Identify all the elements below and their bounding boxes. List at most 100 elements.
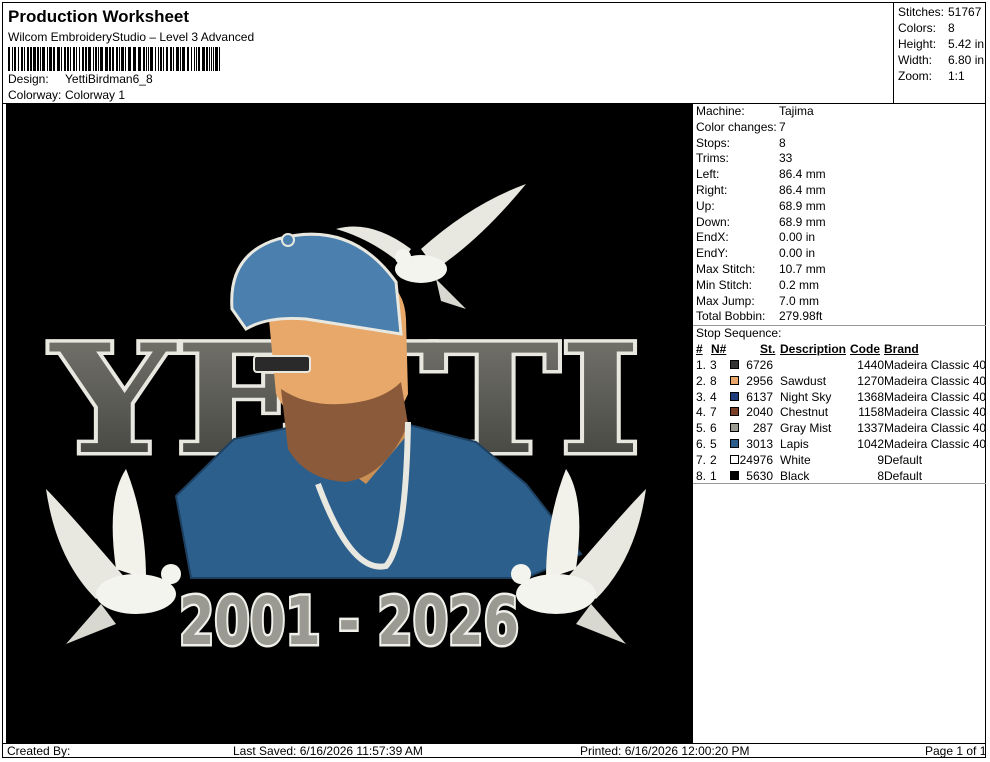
seq-st: 6137 xyxy=(746,389,773,404)
seq-brand: Madeira Classic 40 xyxy=(884,358,987,372)
seq-n: 4 xyxy=(710,389,717,404)
dove-left xyxy=(46,469,181,644)
cap-shape xyxy=(230,232,403,336)
seq-n: 7 xyxy=(710,405,717,420)
machine-info-row: Down: 68.9 mm xyxy=(696,215,826,230)
machine-info-row: Color changes: 7 xyxy=(696,120,786,135)
info-value: 0.00 in xyxy=(779,230,816,245)
info-value: 33 xyxy=(779,151,793,166)
colorway-value: Colorway 1 xyxy=(65,88,126,102)
color-swatch xyxy=(730,360,739,369)
info-value: 0.2 mm xyxy=(779,277,820,292)
summary-value: 5.42 in xyxy=(948,37,985,51)
machine-info-row: Left: 86.4 mm xyxy=(696,167,826,182)
seq-code: 1337 xyxy=(857,421,884,436)
info-value: Tajima xyxy=(779,104,814,118)
color-swatch xyxy=(730,407,739,417)
colorway-label: Colorway: xyxy=(8,88,62,102)
seq-num: 1. xyxy=(696,358,707,372)
seq-num: 8. xyxy=(696,468,707,483)
summary-label: Colors: xyxy=(898,21,937,35)
info-value: 68.9 mm xyxy=(779,198,826,213)
machine-info-row: Up: 68.9 mm xyxy=(696,199,826,214)
worksheet-header: Production Worksheet Wilcom EmbroiderySt… xyxy=(3,3,893,103)
col-brand: Brand xyxy=(884,342,919,356)
seq-desc: White xyxy=(780,452,811,467)
info-value: 7.0 mm xyxy=(779,293,820,308)
seq-num: 6. xyxy=(696,437,707,451)
seq-desc: Black xyxy=(780,468,810,483)
last-saved: Last Saved: 6/16/2026 11:57:39 AM xyxy=(233,744,423,758)
col-needle: N# xyxy=(711,342,727,356)
stop-sequence-title: Stop Sequence: xyxy=(696,326,782,340)
stop-sequence-row: 4. 7 2040 Chestnut 1158 Madeira Classic 40 xyxy=(696,405,987,420)
summary-height: Height: 5.42 in xyxy=(898,37,984,51)
machine-info-row: Total Bobbin: 279.98ft xyxy=(696,309,822,324)
seq-code: 1270 xyxy=(857,373,884,388)
seq-st: 3013 xyxy=(746,437,773,451)
seq-brand: Default xyxy=(884,468,923,483)
info-value: 86.4 mm xyxy=(779,167,826,182)
info-label: Up: xyxy=(696,198,715,213)
seq-n: 8 xyxy=(710,373,717,388)
info-value: 0.00 in xyxy=(779,246,816,261)
seq-num: 7. xyxy=(696,452,707,467)
info-value: 10.7 mm xyxy=(779,262,826,276)
seq-desc: Lapis xyxy=(780,437,809,451)
stop-sequence-row: 3. 4 6137 Night Sky 1368 Madeira Classic 40 xyxy=(696,389,986,405)
summary-label: Width: xyxy=(898,53,933,67)
info-value: 8 xyxy=(779,135,786,150)
info-label: Max Jump: xyxy=(696,293,755,308)
seq-code: 1440 xyxy=(857,358,884,372)
seq-brand: Madeira Classic 40 xyxy=(884,421,987,436)
summary-zoom: Zoom: 1:1 xyxy=(898,69,965,83)
summary-label: Zoom: xyxy=(898,69,933,83)
seq-st: 24976 xyxy=(739,452,773,467)
info-value: 7 xyxy=(779,119,786,134)
seq-n: 6 xyxy=(710,421,717,436)
design-summary: Stitches: 51767 Colors: 8 Height: 5.42 in W… xyxy=(893,3,986,103)
summary-stitches: Stitches: 51767 xyxy=(898,5,981,19)
page-number: Page 1 of 1 xyxy=(925,744,987,758)
stop-sequence-row: 8. 1 5630 Black 8 Default xyxy=(696,469,984,484)
seq-st: 5630 xyxy=(746,468,773,483)
color-swatch xyxy=(730,470,739,480)
cap-strap xyxy=(253,355,311,373)
seq-n: 2 xyxy=(710,452,717,467)
seq-num: 3. xyxy=(696,389,707,404)
info-value: 68.9 mm xyxy=(779,214,826,229)
machine-info-row: EndY: 0.00 in xyxy=(696,246,815,261)
machine-info-row: Max Jump: 7.0 mm xyxy=(696,294,819,309)
stop-sequence-row: 7. 2 24976 White 9 Default xyxy=(696,453,984,468)
summary-colors: Colors: 8 xyxy=(898,21,955,35)
worksheet-footer: Created By: Last Saved: 6/16/2026 11:57:… xyxy=(3,743,986,759)
seq-brand: Madeira Classic 40 xyxy=(884,405,987,420)
stop-sequence-row: 1. 3 6726 1440 Madeira Classic 40 xyxy=(696,358,987,373)
info-label: EndX: xyxy=(696,230,729,245)
summary-value: 6.80 in xyxy=(948,53,985,67)
machine-info-row: EndX: 0.00 in xyxy=(696,230,815,245)
machine-info-panel: Machine: Tajima Color changes: 7 Stops: 8 Trim… xyxy=(692,104,986,743)
info-value: 86.4 mm xyxy=(779,183,826,197)
summary-label: Height: xyxy=(898,37,937,51)
seq-code: 1158 xyxy=(858,405,884,420)
color-swatch xyxy=(730,423,739,433)
summary-value: 8 xyxy=(948,21,955,35)
barcode-image xyxy=(8,47,220,71)
info-label: Color changes: xyxy=(696,119,777,134)
seq-num: 4. xyxy=(696,405,707,420)
seq-code: 8 xyxy=(877,468,884,483)
seq-code: 1368 xyxy=(857,389,884,404)
printed-date: Printed: 6/16/2026 12:00:20 PM xyxy=(580,744,750,758)
seq-n: 5 xyxy=(710,437,717,451)
seq-brand: Madeira Classic 40 xyxy=(884,373,987,388)
machine-info-row: Min Stitch: 0.2 mm xyxy=(696,278,819,293)
color-swatch xyxy=(730,454,739,464)
stop-sequence-row: 5. 6 287 Gray Mist 1337 Madeira Classic 40 xyxy=(696,421,987,436)
software-subtitle: Wilcom EmbroideryStudio – Level 3 Advanc… xyxy=(8,30,255,44)
embroidery-artwork: YETTI xyxy=(45,184,646,663)
design-label: Design: xyxy=(8,72,49,86)
summary-value: 51767 xyxy=(948,5,982,19)
seq-desc: Chestnut xyxy=(780,405,829,420)
seq-desc: Gray Mist xyxy=(780,421,832,436)
